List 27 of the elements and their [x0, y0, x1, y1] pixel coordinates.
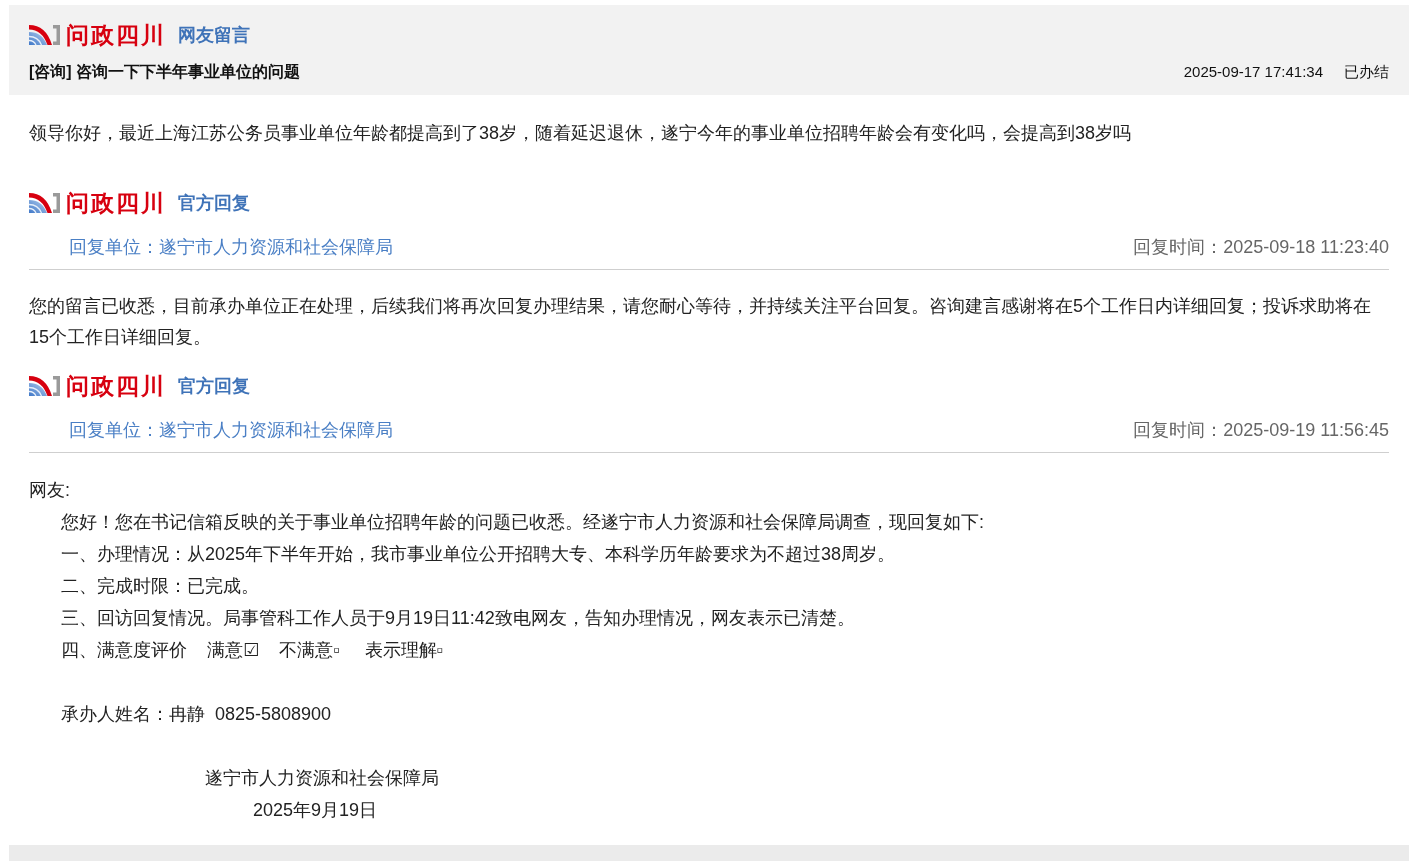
swoosh-logo-icon	[29, 192, 61, 214]
reply-unit: 回复单位：遂宁市人力资源和社会保障局	[69, 419, 393, 442]
reply-text: 承办人姓名：冉静 0825-5808900	[60, 703, 333, 726]
section-title: 官方回复	[178, 375, 250, 398]
reply-time: 回复时间：2025-09-18 11:23:40	[1133, 236, 1389, 259]
status-label: 已办结	[1344, 62, 1389, 82]
reply-text: 您的留言已收悉，目前承办单位正在处理，后续我们将再次回复办理结果，请您耐心等待，并持续关注平台回复。咨询建言感谢将在5个工作日内详细回复；投诉求助将在15个工作日详细回复。	[29, 295, 1372, 349]
reply-unit: 回复单位：遂宁市人力资源和社会保障局	[69, 236, 393, 259]
brand-name: 问政四川	[66, 22, 166, 48]
reply-text: 二、完成时限：已完成。	[60, 575, 260, 598]
section-title: 官方回复	[178, 192, 250, 215]
reply-text: 2025年9月19日	[252, 799, 379, 822]
brand-name: 问政四川	[66, 373, 166, 399]
reply-text: 您好！您在书记信箱反映的关于事业单位招聘年龄的问题已收悉。经遂宁市人力资源和社会保障局调查，现回复如下:	[60, 511, 985, 534]
brand-name: 问政四川	[66, 190, 166, 216]
reply-time: 回复时间：2025-09-19 11:56:45	[1133, 419, 1389, 442]
reply-text: 三、回访回复情况。局事管科工作人员于9月19日11:42致电网友，告知办理情况，网友表示已清楚。	[60, 607, 856, 630]
reply-text: 四、满意度评价 满意☑ 不满意▫ 表示理解▫	[60, 639, 444, 662]
swoosh-logo-icon	[29, 24, 61, 46]
reply-text: 网友:	[29, 479, 71, 502]
message-title: [咨询] 咨询一下下半年事业单位的问题	[29, 61, 301, 82]
section-title: 网友留言	[178, 24, 250, 47]
swoosh-logo-icon	[29, 375, 61, 397]
reply-text: 遂宁市人力资源和社会保障局	[204, 767, 440, 790]
message-text: 领导你好，最近上海江苏公务员事业单位年龄都提高到了38岁，随着延迟退休，遂宁今年的事业单位招聘年龄会有变化吗，会提高到38岁吗	[29, 122, 1133, 145]
reply-text: 一、办理情况：从2025年下半年开始，我市事业单位公开招聘大专、本科学历年龄要求为不超过38周岁。	[60, 543, 897, 566]
message-date: 2025-09-17 17:41:34	[1183, 62, 1323, 82]
